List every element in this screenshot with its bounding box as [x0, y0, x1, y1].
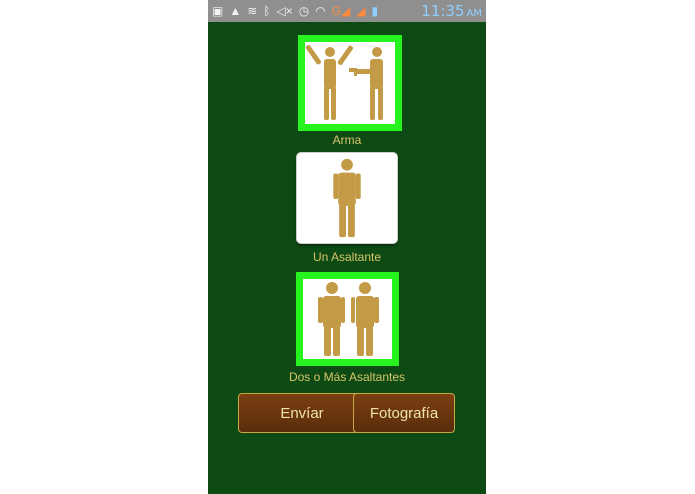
alarm-icon: ◷ — [298, 4, 310, 18]
signal-icon: G◢ — [331, 4, 351, 18]
warning-icon: ▲ — [229, 4, 242, 18]
multiple-assailants-option-label: Dos o Más Asaltantes — [288, 370, 406, 384]
single-person-icon — [333, 158, 361, 238]
multiple-assailants-option-button[interactable] — [296, 272, 399, 366]
send-button[interactable]: Envíar — [238, 393, 366, 433]
download-icon: ≋ — [247, 4, 258, 18]
signal-icon: ◢ — [356, 4, 366, 18]
photo-button[interactable]: Fotografía — [353, 393, 455, 433]
two-people-icon — [318, 282, 379, 356]
weapon-option-label: Arma — [332, 133, 362, 147]
app-screen: ▣ ▲ ≋ ᛒ ◁× ◷ ◠ G◢ ◢ ▮ 11:35 AM Arma Un A… — [208, 0, 486, 494]
status-bar: ▣ ▲ ≋ ᛒ ◁× ◷ ◠ G◢ ◢ ▮ 11:35 AM — [208, 0, 486, 22]
battery-icon: ▮ — [371, 4, 379, 18]
single-assailant-option-button[interactable] — [296, 152, 398, 244]
armed-robbery-icon — [305, 45, 383, 120]
weapon-option-button[interactable] — [298, 35, 402, 131]
mute-icon: ◁× — [276, 4, 293, 18]
image-icon: ▣ — [212, 4, 224, 18]
bluetooth-icon: ᛒ — [263, 4, 271, 18]
clock: 11:35 AM — [421, 2, 482, 20]
wifi-icon: ◠ — [315, 4, 326, 18]
single-assailant-option-label: Un Asaltante — [312, 250, 382, 264]
